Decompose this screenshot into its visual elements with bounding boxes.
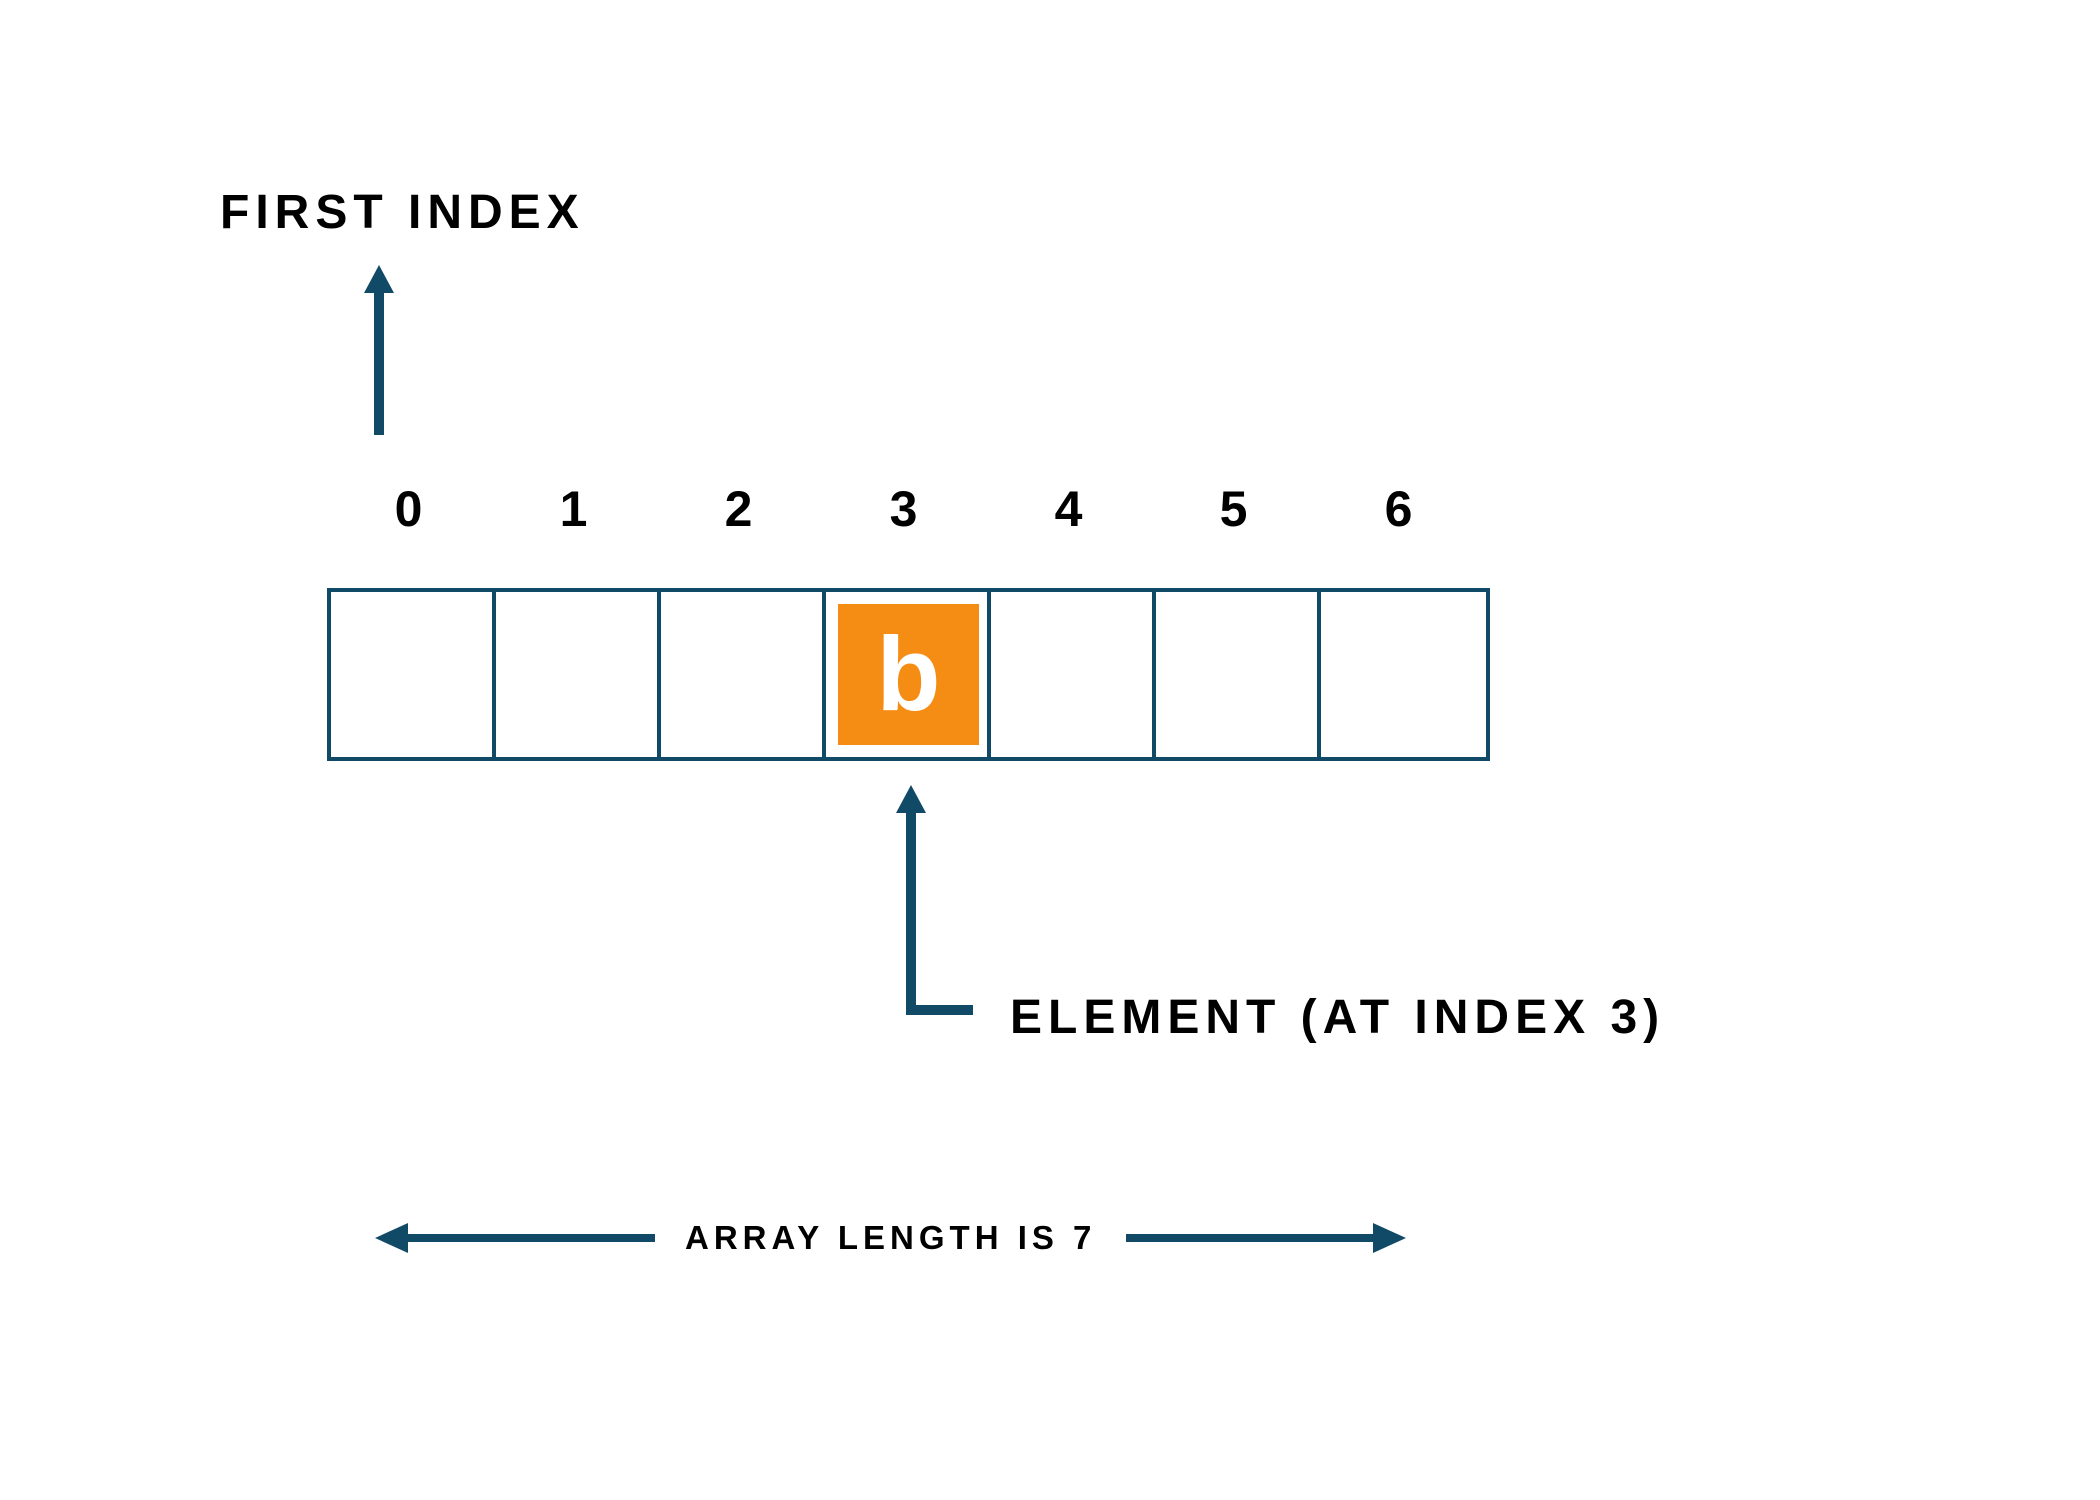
index-label: 3 xyxy=(822,480,987,538)
index-label: 1 xyxy=(492,480,657,538)
first-index-label: FIRST INDEX xyxy=(220,185,585,240)
array-cell xyxy=(496,592,661,757)
array-row: b xyxy=(327,588,1490,761)
index-label: 5 xyxy=(1152,480,1317,538)
array-length-section: ARRAY LENGTH IS 7 xyxy=(375,1218,1440,1258)
index-label: 0 xyxy=(327,480,492,538)
array-cell xyxy=(661,592,826,757)
index-label: 4 xyxy=(987,480,1152,538)
array-length-label: ARRAY LENGTH IS 7 xyxy=(655,1219,1126,1257)
array-cell xyxy=(991,592,1156,757)
element-value: b xyxy=(876,622,940,727)
array-cell xyxy=(331,592,496,757)
index-row: 0 1 2 3 4 5 6 xyxy=(327,480,1482,538)
index-label: 6 xyxy=(1317,480,1482,538)
array-cell-highlighted: b xyxy=(826,592,991,757)
arrow-left-icon xyxy=(375,1218,655,1258)
arrow-up-icon xyxy=(364,265,394,435)
element-label: ELEMENT (AT INDEX 3) xyxy=(1010,990,1665,1045)
array-cell xyxy=(1321,592,1486,757)
index-label: 2 xyxy=(657,480,822,538)
array-cell xyxy=(1156,592,1321,757)
arrow-elbow-icon xyxy=(893,785,973,1025)
arrow-right-icon xyxy=(1126,1218,1406,1258)
element-box: b xyxy=(838,604,979,745)
